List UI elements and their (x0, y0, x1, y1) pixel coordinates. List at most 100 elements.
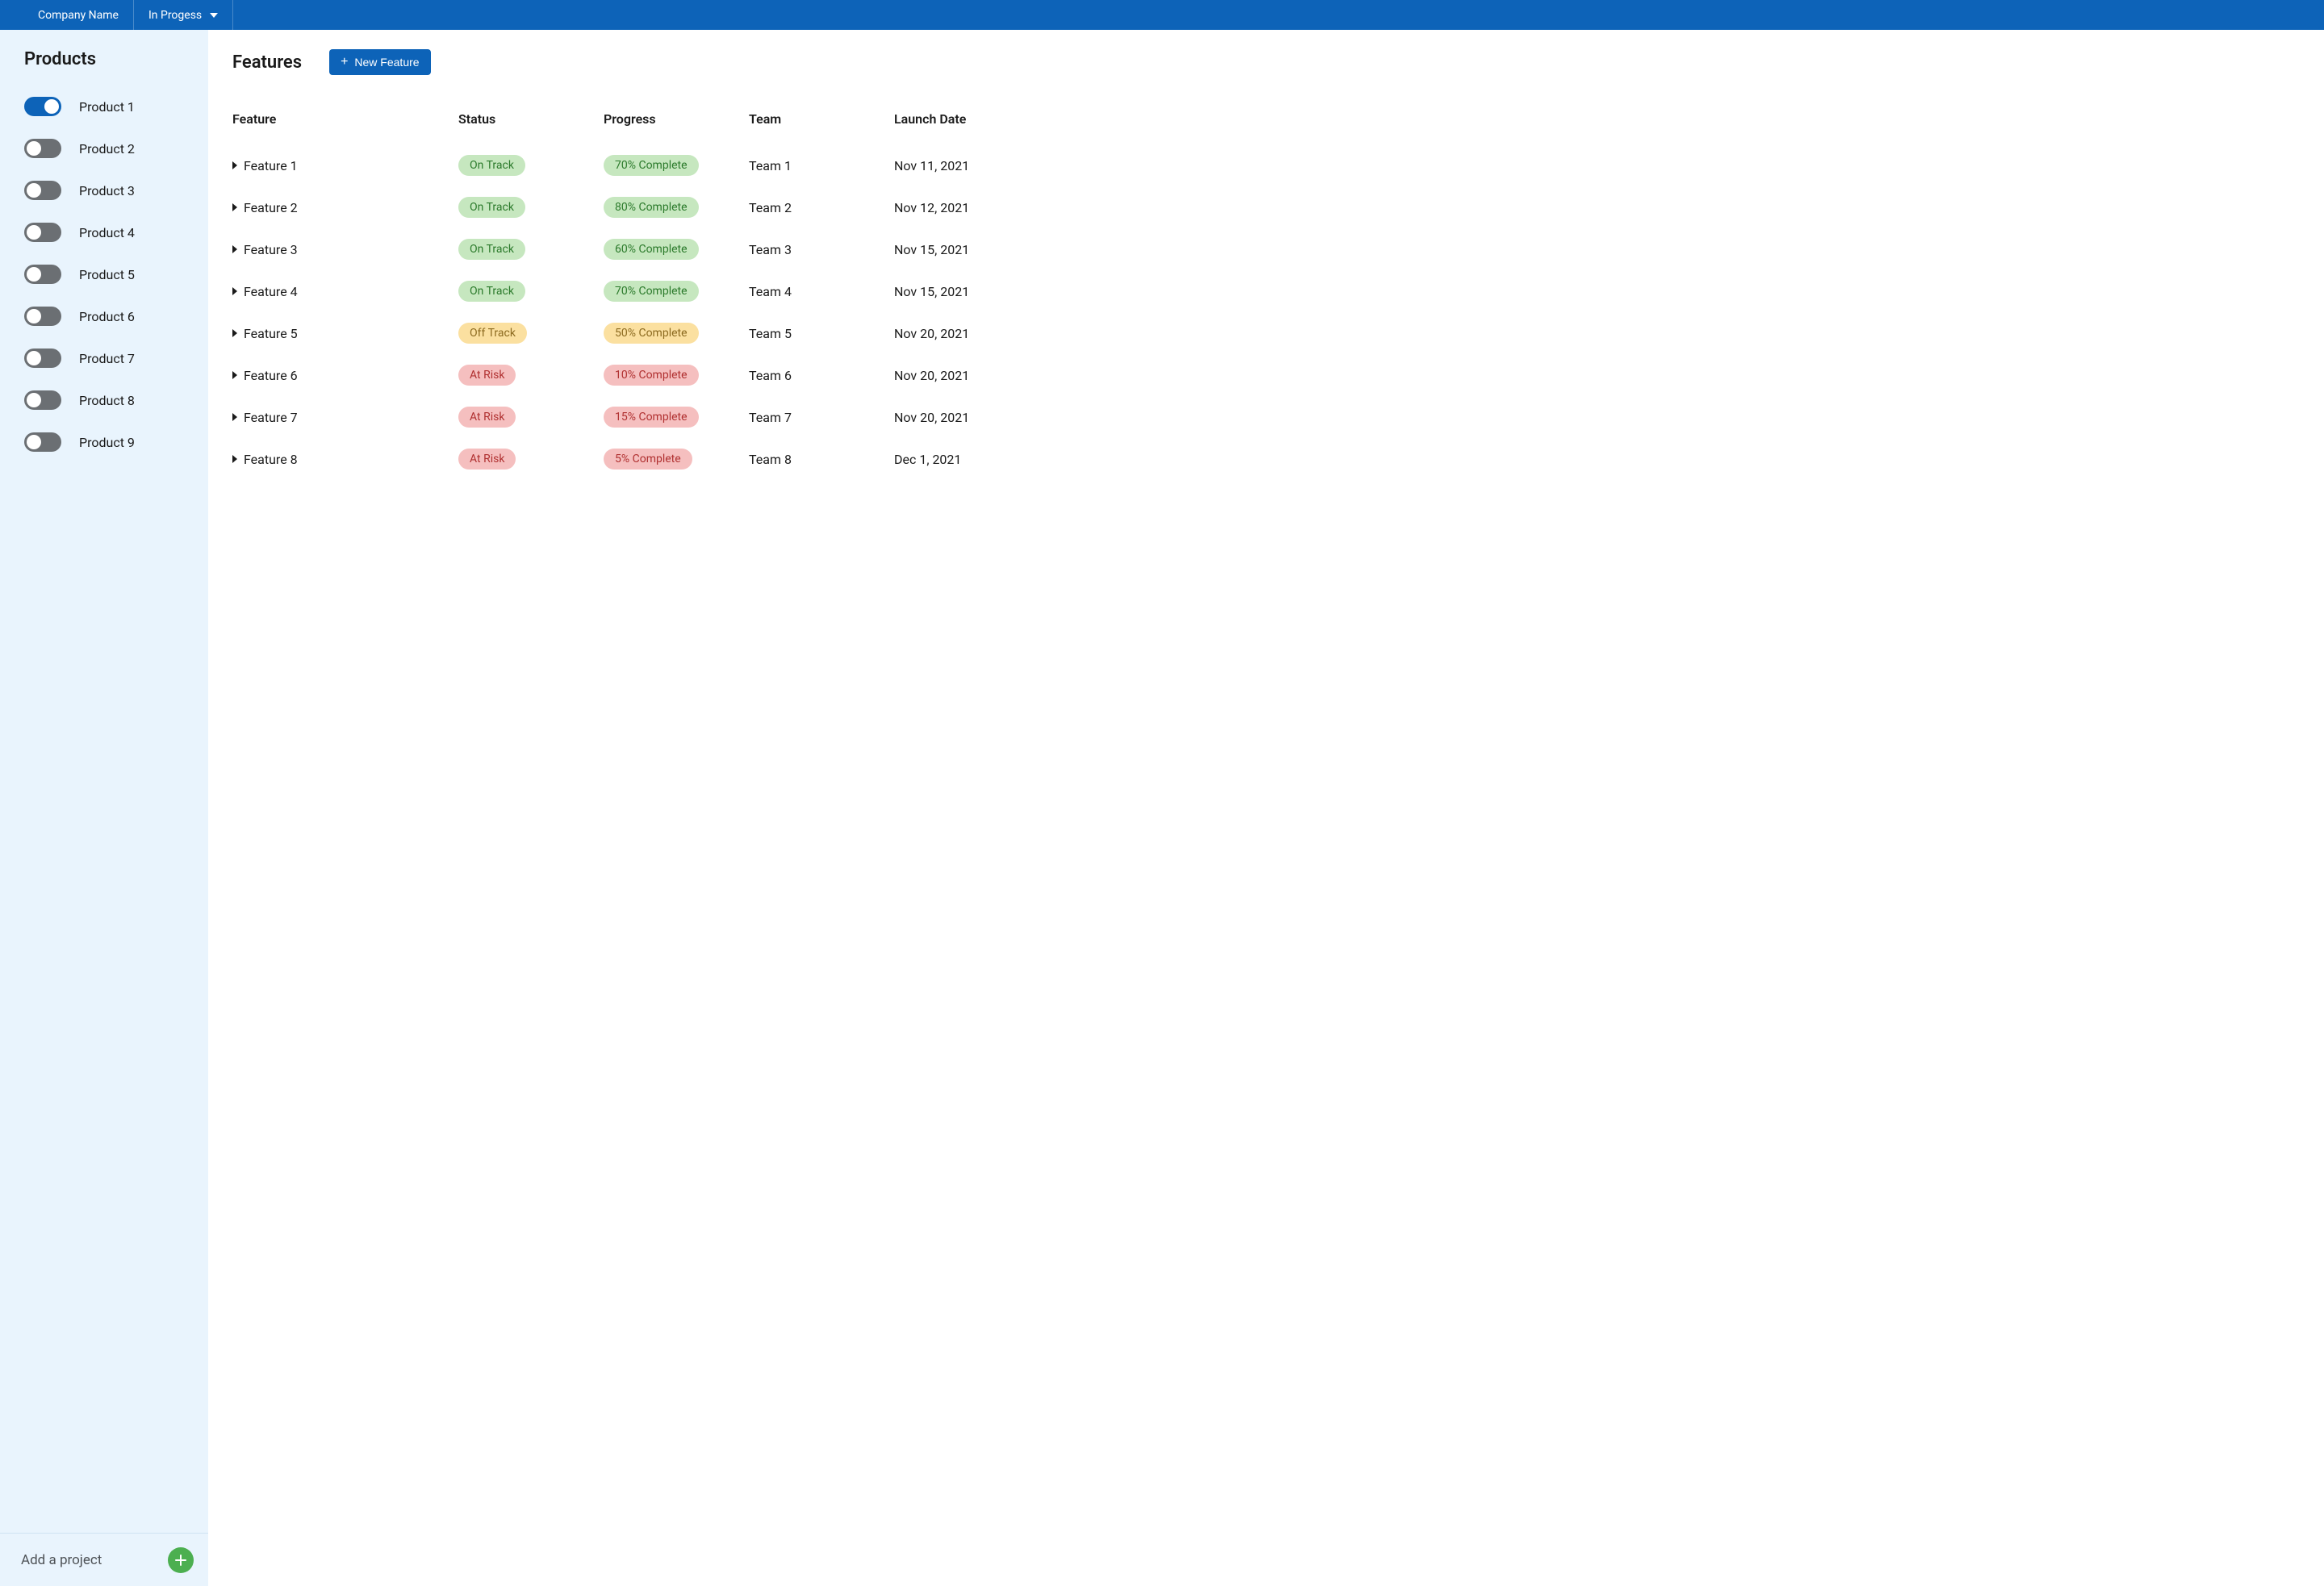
sidebar: Products Product 1Product 2Product 3Prod… (0, 30, 208, 1586)
cell-launch-date: Nov 15, 2021 (894, 284, 2300, 299)
cell-team: Team 5 (749, 326, 894, 341)
table-row: Feature 3On Track60% CompleteTeam 3Nov 1… (232, 228, 2300, 270)
toggle-knob (27, 393, 41, 407)
feature-name: Feature 2 (244, 200, 298, 215)
cell-team: Team 6 (749, 368, 894, 383)
status-badge: At Risk (458, 365, 516, 386)
table-row: Feature 8At Risk5% CompleteTeam 8Dec 1, … (232, 438, 2300, 480)
feature-name: Feature 8 (244, 452, 298, 467)
main-header: Features + New Feature (232, 49, 2300, 75)
table-row: Feature 2 On Track80% CompleteTeam 2Nov 1… (232, 186, 2300, 228)
features-table: Feature Status Progress Team Launch Date… (232, 98, 2300, 480)
toggle-knob (27, 309, 41, 323)
plus-icon (175, 1555, 186, 1566)
cell-launch-date: Nov 11, 2021 (894, 158, 2300, 173)
expand-row-icon[interactable] (232, 455, 237, 463)
expand-row-icon[interactable] (232, 203, 237, 211)
cell-launch-date: Nov 20, 2021 (894, 368, 2300, 383)
cell-launch-date: Dec 1, 2021 (894, 452, 2300, 467)
feature-name: Feature 1 (244, 158, 298, 173)
status-dropdown[interactable]: In Progess (134, 0, 233, 30)
new-feature-button-label: New Feature (354, 56, 419, 69)
product-toggle[interactable] (24, 223, 61, 242)
cell-status: On Track (458, 239, 604, 260)
cell-feature: Feature 1 (232, 158, 458, 173)
cell-launch-date: Nov 20, 2021 (894, 410, 2300, 425)
table-row: Feature 7At Risk15% CompleteTeam 7Nov 20… (232, 396, 2300, 438)
col-launch: Launch Date (894, 111, 2300, 127)
product-label: Product 3 (79, 183, 135, 198)
cell-launch-date: Nov 12, 2021 (894, 200, 2300, 215)
product-list: Product 1 Product 2 Product 3 Product 4 Prod… (24, 86, 184, 463)
cell-feature: Feature 6 (232, 368, 458, 383)
expand-row-icon[interactable] (232, 371, 237, 379)
expand-row-icon[interactable] (232, 161, 237, 169)
toggle-knob (27, 267, 41, 282)
new-feature-button[interactable]: + New Feature (329, 49, 431, 75)
toggle-knob (27, 225, 41, 240)
cell-team: Team 3 (749, 242, 894, 257)
add-project-label: Add a project (21, 1552, 102, 1568)
cell-feature: Feature 5 (232, 326, 458, 341)
expand-row-icon[interactable] (232, 413, 237, 421)
sidebar-product-row: Product 2 (24, 127, 184, 169)
cell-feature: Feature 4 (232, 284, 458, 299)
status-badge: On Track (458, 155, 525, 176)
toggle-knob (27, 351, 41, 365)
cell-progress: 70% Complete (604, 155, 749, 176)
product-toggle[interactable] (24, 307, 61, 326)
product-label: Product 1 (79, 99, 135, 115)
cell-status: On Track (458, 197, 604, 218)
product-toggle[interactable] (24, 349, 61, 368)
product-toggle[interactable] (24, 97, 61, 116)
status-badge: Off Track (458, 323, 527, 344)
progress-badge: 15% Complete (604, 407, 699, 428)
product-toggle[interactable] (24, 390, 61, 410)
progress-badge: 5% Complete (604, 449, 692, 470)
col-team: Team (749, 111, 894, 127)
cell-status: Off Track (458, 323, 604, 344)
main-content: Features + New Feature Feature Status Pr… (208, 30, 2324, 1586)
toggle-knob (27, 435, 41, 449)
company-name-label: Company Name (38, 9, 119, 22)
expand-row-icon[interactable] (232, 287, 237, 295)
sidebar-product-row: Product 8 (24, 379, 184, 421)
product-toggle[interactable] (24, 432, 61, 452)
product-label: Product 6 (79, 309, 135, 324)
cell-team: Team 4 (749, 284, 894, 299)
cell-feature: Feature 2 (232, 200, 458, 215)
status-badge: On Track (458, 239, 525, 260)
product-label: Product 4 (79, 225, 135, 240)
cell-team: Team 2 (749, 200, 894, 215)
feature-name: Feature 3 (244, 242, 298, 257)
progress-badge: 50% Complete (604, 323, 699, 344)
feature-name: Feature 5 (244, 326, 298, 341)
status-badge: At Risk (458, 449, 516, 470)
toggle-knob (27, 183, 41, 198)
sidebar-title: Products (24, 49, 184, 69)
product-label: Product 9 (79, 435, 135, 450)
cell-progress: 80% Complete (604, 197, 749, 218)
add-project-button[interactable] (168, 1547, 194, 1573)
feature-name: Feature 4 (244, 284, 298, 299)
product-toggle[interactable] (24, 181, 61, 200)
cell-team: Team 1 (749, 158, 894, 173)
product-label: Product 5 (79, 267, 135, 282)
page-title: Features (232, 52, 302, 73)
expand-row-icon[interactable] (232, 245, 237, 253)
product-toggle[interactable] (24, 265, 61, 284)
sidebar-product-row: Product 7 (24, 337, 184, 379)
company-name[interactable]: Company Name (0, 0, 134, 30)
col-progress: Progress (604, 111, 749, 127)
feature-name: Feature 6 (244, 368, 298, 383)
cell-progress: 70% Complete (604, 281, 749, 302)
status-badge: On Track (458, 281, 525, 302)
product-toggle[interactable] (24, 139, 61, 158)
progress-badge: 70% Complete (604, 155, 699, 176)
sidebar-product-row: Product 5 (24, 253, 184, 295)
sidebar-product-row: Product 4 (24, 211, 184, 253)
product-label: Product 7 (79, 351, 135, 366)
cell-feature: Feature 3 (232, 242, 458, 257)
cell-progress: 15% Complete (604, 407, 749, 428)
expand-row-icon[interactable] (232, 329, 237, 337)
